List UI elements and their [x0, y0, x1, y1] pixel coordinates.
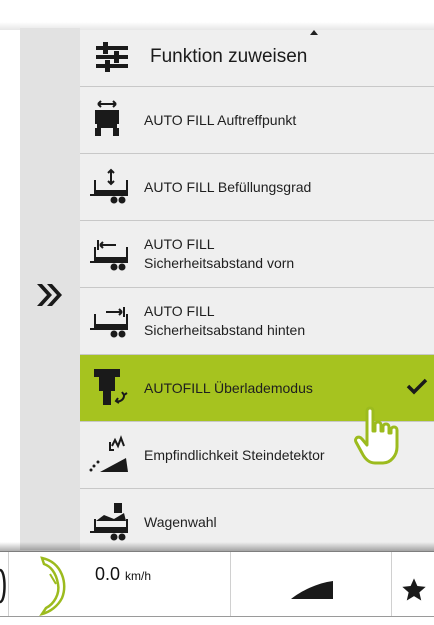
sliders-icon	[96, 42, 128, 72]
menu-item-label: AUTOFILL Überlademodus	[144, 380, 313, 396]
status-bar: 0.0 km/h	[0, 542, 434, 625]
menu-item-label: AUTO FILL Auftreffpunkt	[144, 112, 297, 128]
menu-header: Funktion zuweisen	[80, 30, 434, 87]
expand-button[interactable]	[30, 275, 70, 315]
menu-item-sicherheitsabstand-hinten[interactable]: AUTO FILL Sicherheitsabstand hinten	[80, 288, 434, 355]
ramp-display[interactable]	[231, 552, 392, 618]
menu-item-auftreffpunkt[interactable]: AUTO FILL Auftreffpunkt	[80, 87, 434, 154]
speed-unit: km/h	[125, 569, 152, 583]
menu-item-label: AUTO FILL Befüllungsgrad	[144, 179, 312, 195]
menu-item-sublabel: Sicherheitsabstand vorn	[144, 255, 295, 271]
befuellungsgrad-icon	[90, 168, 128, 204]
ueberlademodus-icon	[94, 369, 128, 405]
menu-title: Funktion zuweisen	[150, 46, 308, 67]
partial-gauge-icon	[0, 568, 6, 604]
sicherheitsabstand-vorn-icon	[90, 240, 128, 271]
wagenwahl-icon	[90, 503, 128, 541]
menu-item-label: Empfindlichkeit Steindetektor	[144, 447, 325, 463]
function-menu: Funktion zuweisen AUTO FILL Auftreffpunk…	[80, 30, 434, 556]
menu-item-label: AUTO FILL	[144, 236, 215, 252]
hand-pointer-icon	[354, 406, 399, 465]
menu-item-label: Wagenwahl	[144, 514, 217, 530]
speed-display[interactable]: 0.0 km/h	[8, 552, 231, 618]
speed-value: 0.0	[95, 564, 121, 584]
ramp-icon	[291, 581, 333, 599]
speed-value-wrap: 0.0 km/h	[95, 564, 151, 585]
menu-item-sicherheitsabstand-vorn[interactable]: AUTO FILL Sicherheitsabstand vorn	[80, 221, 434, 288]
menu-item-befuellungsgrad[interactable]: AUTO FILL Befüllungsgrad	[80, 154, 434, 221]
sicherheitsabstand-hinten-icon	[90, 307, 128, 338]
menu-item-label: AUTO FILL	[144, 303, 215, 319]
auftreffpunkt-icon	[95, 100, 119, 136]
speed-gauge-icon	[39, 556, 66, 616]
checkmark-icon	[406, 378, 428, 395]
menu-item-sublabel: Sicherheitsabstand hinten	[144, 322, 306, 338]
favorite-display[interactable]	[392, 552, 434, 618]
steindetektor-icon	[89, 435, 128, 472]
double-chevron-right-icon	[37, 284, 62, 306]
status-bar-shadow	[0, 542, 434, 552]
star-icon	[402, 578, 426, 601]
scroll-up-icon[interactable]	[310, 30, 318, 35]
